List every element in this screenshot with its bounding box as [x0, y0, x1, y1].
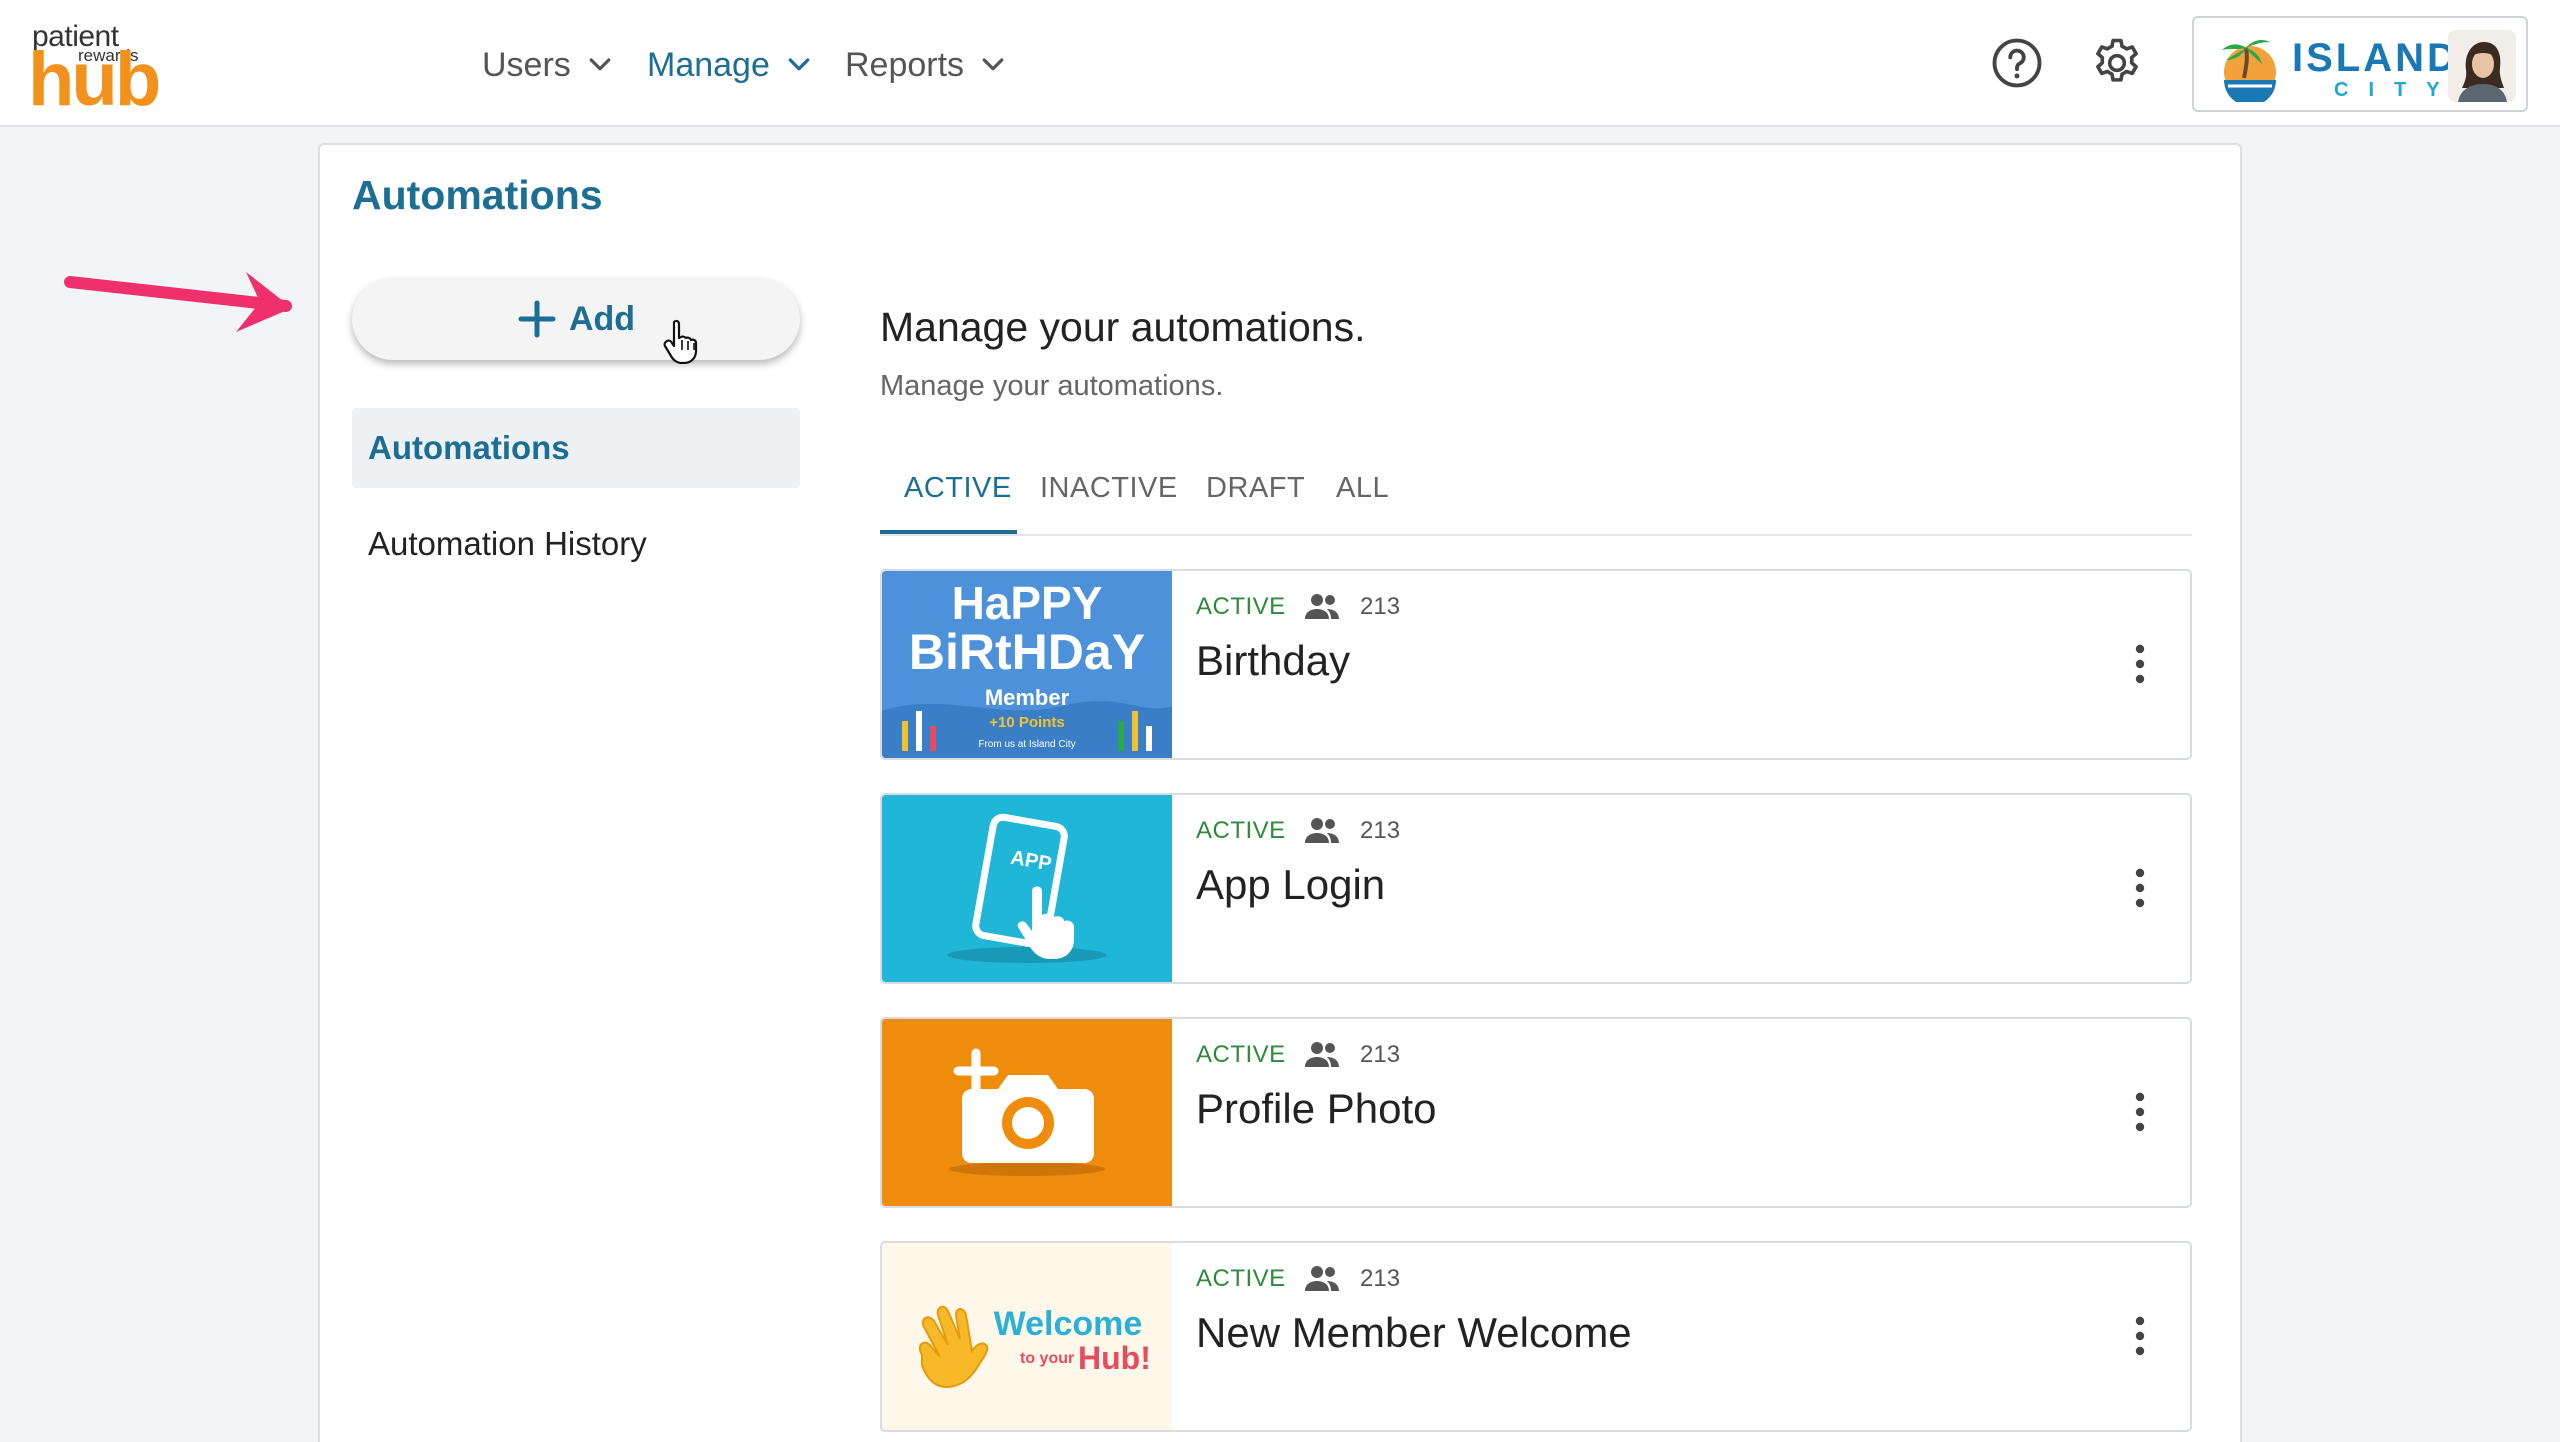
brand-name-sub: CITY: [2334, 79, 2460, 101]
chevron-down-icon: [589, 58, 611, 71]
automation-name: Birthday: [1196, 637, 1351, 684]
status-badge: ACTIVE: [1196, 1041, 1286, 1068]
birthday-line1: HaPPY: [952, 577, 1103, 629]
tab-all[interactable]: ALL: [1336, 472, 1389, 534]
gear-icon[interactable]: [2090, 36, 2144, 90]
people-icon: [1305, 818, 1339, 843]
profile-photo-thumbnail: [882, 1019, 1172, 1206]
status-tabs: ACTIVE INACTIVE DRAFT ALL: [880, 460, 2192, 536]
nav-users-label: Users: [482, 45, 571, 84]
nav-manage[interactable]: Manage: [647, 40, 814, 90]
welcome-thumbnail: Welcome to your Hub!: [882, 1243, 1172, 1430]
annotation-arrow-icon: [64, 272, 292, 332]
nav-users[interactable]: Users: [482, 40, 615, 90]
welcome-line3: Hub!: [1078, 1340, 1151, 1376]
status-badge: ACTIVE: [1196, 593, 1286, 620]
member-count: 213: [1360, 1265, 1401, 1292]
add-button-label: Add: [568, 299, 636, 338]
automation-name: New Member Welcome: [1196, 1309, 1632, 1356]
phone-tap-icon: APP: [882, 795, 1172, 982]
waving-hand-icon: Welcome to your Hub!: [882, 1243, 1172, 1430]
user-portrait-icon: [2448, 30, 2516, 102]
birthday-line5: From us at Island City: [978, 739, 1075, 750]
palm-tree-icon: [2222, 40, 2276, 102]
status-badge: ACTIVE: [1196, 1265, 1286, 1292]
tab-active[interactable]: ACTIVE: [904, 472, 1012, 534]
more-vertical-icon[interactable]: [2122, 1311, 2158, 1361]
people-icon: [1305, 1042, 1339, 1067]
page-title: Automations: [352, 172, 603, 218]
automation-name: Profile Photo: [1196, 1085, 1437, 1132]
automation-card-new-member-welcome[interactable]: Welcome to your Hub! ACTIVE 213 New Memb…: [880, 1241, 2192, 1432]
birthday-line2: BiRtHDaY: [909, 624, 1145, 680]
sidebar-item-label: Automations: [368, 429, 570, 466]
hand-pointer-icon: [663, 319, 698, 364]
more-vertical-icon[interactable]: [2122, 639, 2158, 689]
status-badge: ACTIVE: [1196, 817, 1286, 844]
add-automation-button[interactable]: Add: [352, 278, 800, 360]
member-count: 213: [1360, 817, 1401, 844]
welcome-line1: Welcome: [994, 1305, 1143, 1343]
account-switcher[interactable]: ISLAND CITY: [2192, 16, 2528, 112]
top-header: patient rewards hub Users Manage Reports…: [0, 0, 2560, 127]
tab-draft[interactable]: DRAFT: [1206, 472, 1305, 534]
nav-reports-label: Reports: [845, 45, 965, 84]
plus-icon: [518, 300, 556, 338]
more-vertical-icon[interactable]: [2122, 863, 2158, 913]
section-heading: Manage your automations.: [880, 304, 1366, 350]
birthday-graphic: HaPPY BiRtHDaY Member +10 Points From us…: [882, 571, 1172, 758]
brand-name: ISLAND: [2292, 36, 2459, 80]
people-icon: [1305, 1266, 1339, 1291]
sidebar-item-label: Automation History: [368, 525, 647, 562]
tab-inactive[interactable]: INACTIVE: [1040, 472, 1178, 534]
sidebar-item-automations[interactable]: Automations: [352, 408, 800, 488]
avatar[interactable]: [2448, 30, 2516, 102]
app-login-thumbnail: APP: [882, 795, 1172, 982]
sidebar-item-automation-history[interactable]: Automation History: [352, 504, 800, 584]
birthday-line4: +10 Points: [989, 714, 1064, 731]
patient-rewards-hub-logo[interactable]: patient rewards hub: [28, 20, 161, 118]
add-camera-icon: [882, 1019, 1172, 1206]
chevron-down-icon: [982, 58, 1004, 71]
people-icon: [1305, 594, 1339, 619]
automation-card-app-login[interactable]: APP ACTIVE 213 App Login: [880, 793, 2192, 984]
nav-reports[interactable]: Reports: [845, 40, 1008, 90]
logo-text-hub: hub: [28, 37, 161, 122]
member-count: 213: [1360, 593, 1401, 620]
automation-card-profile-photo[interactable]: ACTIVE 213 Profile Photo: [880, 1017, 2192, 1208]
automation-card-birthday[interactable]: HaPPY BiRtHDaY Member +10 Points From us…: [880, 569, 2192, 760]
active-tab-indicator: [880, 530, 1017, 534]
section-subheading: Manage your automations.: [880, 370, 1224, 402]
help-circle-icon[interactable]: [1990, 36, 2044, 90]
nav-manage-label: Manage: [647, 45, 770, 84]
welcome-line2: to your: [1020, 1350, 1074, 1367]
automation-name: App Login: [1196, 861, 1386, 908]
birthday-thumbnail: HaPPY BiRtHDaY Member +10 Points From us…: [882, 571, 1172, 758]
member-count: 213: [1360, 1041, 1401, 1068]
birthday-line3: Member: [985, 685, 1070, 710]
more-vertical-icon[interactable]: [2122, 1087, 2158, 1137]
chevron-down-icon: [788, 58, 810, 71]
